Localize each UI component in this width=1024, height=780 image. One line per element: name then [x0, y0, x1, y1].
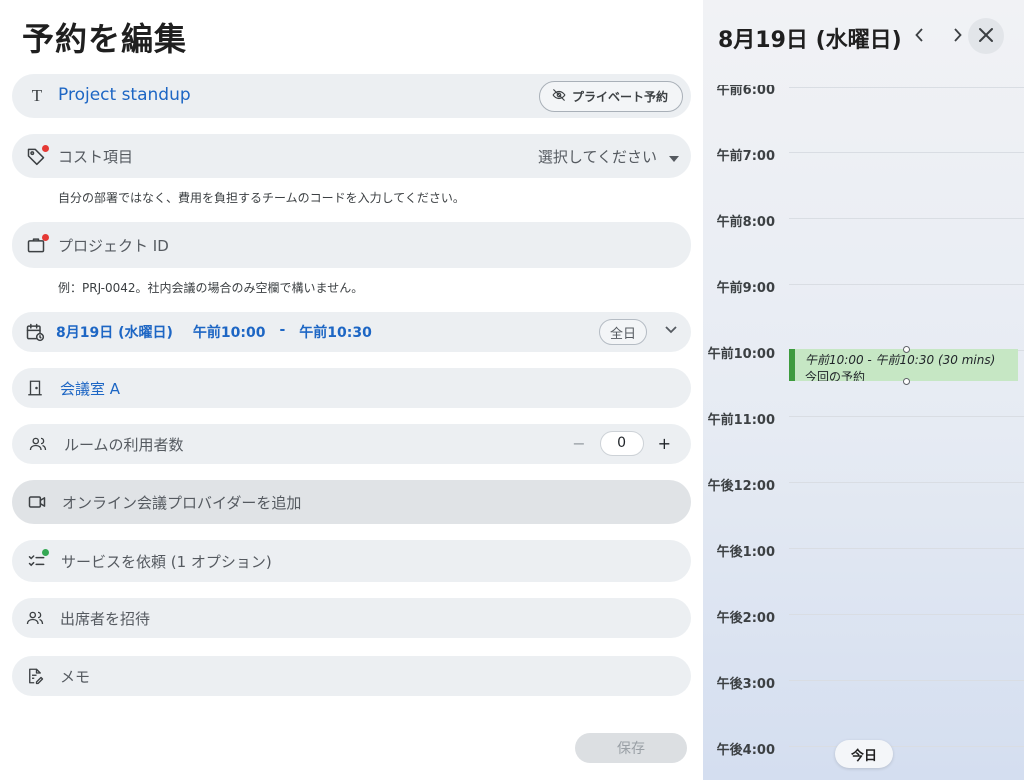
video-icon: [26, 491, 48, 513]
hour-label: 午前11:00: [707, 413, 775, 428]
time-separator: -: [279, 322, 286, 338]
room-value: 会議室 A: [60, 380, 121, 398]
hour-label: 午前7:00: [716, 149, 775, 164]
status-dot: [42, 549, 49, 556]
room-field[interactable]: 会議室 A: [12, 368, 691, 408]
invite-attendees-label: 出席者を招待: [60, 610, 151, 628]
chevron-down-icon[interactable]: [665, 322, 677, 338]
hour-label: 午後3:00: [716, 677, 775, 692]
chevron-left-icon[interactable]: [915, 26, 924, 47]
event-title: 今回の予約: [805, 370, 866, 381]
meeting-title-field[interactable]: T Project standup プライベート予約: [12, 74, 691, 118]
note-edit-icon: [24, 665, 46, 687]
hour-label: 午後12:00: [707, 479, 775, 494]
hour-line: [789, 548, 1024, 549]
cost-item-hint: 自分の部署ではなく、費用を負担するチームのコードを入力してください。: [58, 191, 465, 205]
cost-item-label: コスト項目: [58, 148, 134, 166]
briefcase-icon: [25, 234, 49, 256]
hour-line: [789, 218, 1024, 219]
hour-line: [789, 746, 1024, 747]
private-booking-button[interactable]: プライベート予約: [538, 81, 683, 112]
required-dot: [42, 234, 49, 241]
invite-attendees-field[interactable]: 出席者を招待: [12, 598, 691, 638]
project-id-field[interactable]: プロジェクト ID: [12, 222, 691, 268]
tag-icon: [25, 145, 49, 167]
occupancy-count-input[interactable]: 0: [599, 431, 644, 456]
people-icon: [27, 433, 49, 455]
date-value[interactable]: 8月19日 (水曜日): [56, 322, 173, 342]
person-add-icon: [24, 607, 46, 629]
memo-field[interactable]: メモ: [12, 656, 691, 696]
hour-label: 午後2:00: [716, 611, 775, 626]
increment-button[interactable]: +: [658, 434, 671, 453]
hour-line: [789, 284, 1024, 285]
memo-label: メモ: [60, 668, 91, 686]
online-meeting-label: オンライン会議プロバイダーを追加: [62, 494, 302, 512]
calendar-clock-icon: [24, 321, 46, 343]
event-resize-handle-bottom[interactable]: [903, 378, 910, 385]
cost-item-select[interactable]: 選択してください: [538, 146, 679, 167]
required-dot: [42, 145, 49, 152]
meeting-title-value[interactable]: Project standup: [58, 85, 191, 105]
event-time: 午前10:00 - 午前10:30 (30 mins): [805, 353, 996, 367]
room-occupancy-field: ルームの利用者数 − 0 +: [12, 424, 691, 464]
eye-off-icon: [552, 88, 566, 105]
hour-label: 午前9:00: [716, 281, 775, 296]
calendar-panel: 8月19日 (水曜日) 午前6:00 午前7:00 午前8:00 午前9:00 …: [703, 0, 1024, 780]
today-button[interactable]: 今日: [835, 740, 893, 768]
event-resize-handle-top[interactable]: [903, 346, 910, 353]
close-button[interactable]: [968, 18, 1004, 54]
hour-line: [789, 416, 1024, 417]
hour-label: 午前8:00: [716, 215, 775, 230]
service-request-field[interactable]: サービスを依頼 (1 オプション): [12, 540, 691, 582]
all-day-toggle[interactable]: 全日: [598, 319, 647, 345]
datetime-value: 8月19日 (水曜日) 午前10:00 - 午前10:30: [56, 322, 372, 342]
chevron-right-icon[interactable]: [953, 26, 962, 47]
save-button[interactable]: 保存: [575, 733, 687, 763]
hour-line: [789, 87, 1024, 88]
page-title: 予約を編集: [22, 20, 188, 58]
hour-label: 午後4:00: [716, 743, 775, 758]
occupancy-stepper: − 0 +: [572, 431, 671, 456]
cost-item-field[interactable]: コスト項目 選択してください: [12, 134, 691, 178]
hour-line: [789, 482, 1024, 483]
hour-line: [789, 680, 1024, 681]
project-id-hint: 例：PRJ-0042。社内会議の場合のみ空欄で構いません。: [58, 281, 364, 295]
start-time-value[interactable]: 午前10:00: [193, 322, 266, 342]
hour-label: 午後1:00: [716, 545, 775, 560]
calendar-date-title: 8月19日 (水曜日): [718, 28, 902, 53]
service-request-label: サービスを依頼 (1 オプション): [61, 553, 272, 571]
room-occupancy-label: ルームの利用者数: [64, 436, 184, 454]
cost-item-select-value: 選択してください: [537, 148, 657, 166]
datetime-field[interactable]: 8月19日 (水曜日) 午前10:00 - 午前10:30 全日: [12, 312, 691, 352]
calendar-event-current-booking[interactable]: 午前10:00 - 午前10:30 (30 mins) 今回の予約: [789, 349, 1018, 381]
caret-down-icon: [669, 148, 679, 166]
end-time-value[interactable]: 午前10:30: [299, 322, 372, 342]
checklist-icon: [26, 549, 49, 572]
door-icon: [24, 377, 46, 399]
hour-label: 午前6:00: [716, 83, 775, 98]
title-t-icon: T: [31, 86, 43, 105]
decrement-button[interactable]: −: [572, 434, 585, 453]
private-booking-label: プライベート予約: [571, 90, 668, 104]
hour-line: [789, 614, 1024, 615]
online-meeting-field[interactable]: オンライン会議プロバイダーを追加: [12, 480, 691, 524]
hour-label: 午前10:00: [707, 347, 775, 362]
project-id-label: プロジェクト ID: [58, 237, 169, 255]
close-icon: [978, 24, 994, 49]
edit-booking-form: 予約を編集 T Project standup プライベート予約 コスト項目 選…: [0, 0, 703, 780]
hour-line: [789, 152, 1024, 153]
